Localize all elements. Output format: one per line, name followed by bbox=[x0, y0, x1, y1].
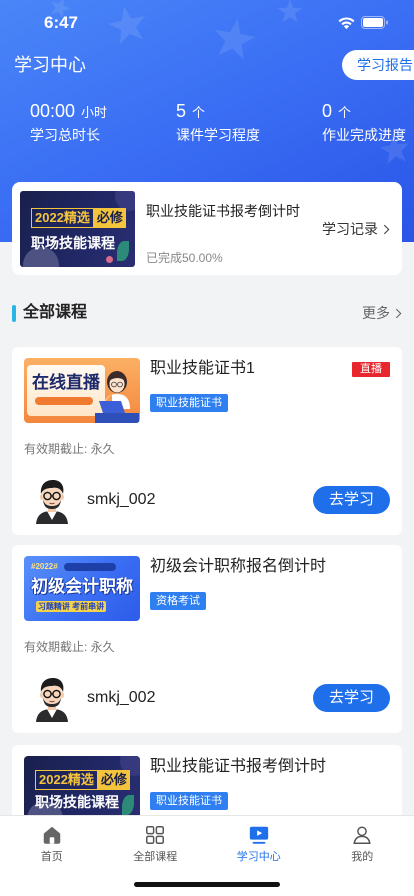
thumbnail-headline: 初级会计职称 bbox=[31, 577, 133, 596]
teacher-illustration bbox=[95, 371, 139, 423]
stat-label: 学习总时长 bbox=[30, 127, 100, 143]
page-title: 学习中心 bbox=[14, 55, 86, 75]
thumbnail-subtitle: 职场技能课程 bbox=[31, 235, 115, 252]
tab-label: 学习中心 bbox=[236, 851, 281, 863]
course-thumbnail[interactable]: 2022精选 必修 职场技能课程 bbox=[20, 191, 135, 267]
thumbnail-title-box: 2022精选 必修 bbox=[35, 770, 130, 791]
start-study-button[interactable]: 去学习 bbox=[313, 684, 390, 712]
status-time: 6:47 bbox=[43, 13, 79, 32]
home-indicator[interactable] bbox=[134, 882, 280, 887]
stat-label: 课件学习程度 bbox=[176, 127, 260, 143]
thumbnail-required-badge: 必修 bbox=[93, 207, 126, 228]
course-category-tag: 资格考试 bbox=[150, 592, 206, 610]
thumbnail-required-badge: 必修 bbox=[97, 770, 130, 791]
study-report-button[interactable]: 学习报告 bbox=[342, 50, 414, 80]
study-center-screen: 6:47 学习中心 学习报告 00:00 小时 学习总时长 5个 课件学习程度 0… bbox=[0, 0, 414, 896]
course-card[interactable]: 在线直播 职业技能证书1 直播 职业技能证书 有效期截止: 永久 smkj_00… bbox=[12, 347, 402, 535]
thumbnail-year-label: 2022精选 bbox=[35, 770, 98, 791]
stat-homework-progress: 0个 作业完成进度 bbox=[322, 100, 414, 145]
completion-text: 已完成50.00% bbox=[146, 251, 223, 265]
stat-value: 00:00 bbox=[30, 101, 76, 121]
course-card[interactable]: #2022# 初级会计职称 习题精讲 考前串讲 初级会计职称报名倒计时 资格考试… bbox=[12, 545, 402, 733]
teacher-name: smkj_002 bbox=[87, 491, 156, 508]
wifi-icon bbox=[338, 17, 355, 30]
teacher-avatar bbox=[36, 678, 68, 722]
course-thumbnail[interactable]: #2022# 初级会计职称 习题精讲 考前串讲 bbox=[24, 556, 140, 621]
thumbnail-subtitle: 职场技能课程 bbox=[35, 794, 119, 811]
validity-text: 有效期截止: 永久 bbox=[24, 442, 115, 456]
section-accent-bar bbox=[12, 305, 16, 322]
course-thumbnail[interactable]: 在线直播 bbox=[24, 358, 140, 423]
course-title: 职业技能证书1 bbox=[150, 360, 255, 377]
leaf-decoration bbox=[117, 241, 129, 261]
chevron-right-icon bbox=[383, 224, 390, 234]
thumbnail-year-label: 2022精选 bbox=[31, 207, 94, 228]
stat-total-time: 00:00 小时 学习总时长 bbox=[30, 100, 160, 145]
thumbnail-decoration bbox=[106, 256, 113, 263]
more-link[interactable]: 更多 bbox=[362, 303, 402, 323]
recent-course-title: 职业技能证书报考倒计时 bbox=[146, 203, 300, 219]
thumbnail-headline: 在线直播 bbox=[32, 373, 100, 392]
user-icon bbox=[353, 826, 371, 844]
thumbnail-hashtag: #2022# bbox=[31, 562, 58, 571]
course-title: 职业技能证书报考倒计时 bbox=[150, 758, 327, 775]
battery-icon bbox=[361, 16, 388, 29]
recent-course-card[interactable]: 2022精选 必修 职场技能课程 职业技能证书报考倒计时 学习记录 已完成50.0… bbox=[12, 182, 402, 275]
thumbnail-strip: 习题精讲 考前串讲 bbox=[36, 601, 106, 612]
section-title: 全部课程 bbox=[23, 304, 88, 321]
grid-icon bbox=[146, 826, 165, 844]
thumbnail-title-box: 2022精选 必修 bbox=[31, 207, 126, 228]
thumbnail-strip bbox=[35, 397, 93, 405]
more-label: 更多 bbox=[362, 305, 390, 321]
study-record-link[interactable]: 学习记录 bbox=[322, 220, 390, 238]
course-title: 初级会计职称报名倒计时 bbox=[150, 558, 327, 575]
tab-label: 全部课程 bbox=[133, 851, 178, 863]
course-category-tag: 职业技能证书 bbox=[150, 792, 228, 810]
validity-text: 有效期截止: 永久 bbox=[24, 640, 115, 654]
chevron-right-icon bbox=[395, 308, 402, 318]
tab-label: 首页 bbox=[40, 851, 63, 863]
stat-courseware-progress: 5个 课件学习程度 bbox=[176, 100, 306, 145]
stat-value: 0 bbox=[322, 101, 333, 121]
course-thumbnail[interactable]: 2022精选 必修 职场技能课程 bbox=[24, 756, 140, 821]
course-category-tag: 职业技能证书 bbox=[150, 394, 228, 412]
teacher-name: smkj_002 bbox=[87, 689, 156, 706]
tab-label: 我的 bbox=[351, 851, 374, 863]
study-record-label: 学习记录 bbox=[322, 221, 378, 237]
thumbnail-pill bbox=[64, 563, 116, 571]
tab-home[interactable]: 首页 bbox=[0, 816, 104, 896]
stat-value: 5 bbox=[176, 101, 187, 121]
home-icon bbox=[43, 826, 60, 844]
start-study-button[interactable]: 去学习 bbox=[313, 486, 390, 514]
live-badge: 直播 bbox=[352, 362, 390, 377]
leaf-decoration bbox=[122, 795, 134, 815]
stat-unit: 个 bbox=[338, 105, 352, 120]
stat-unit: 小时 bbox=[81, 105, 108, 120]
teacher-avatar bbox=[36, 480, 68, 524]
study-play-icon bbox=[249, 826, 268, 844]
stat-unit: 个 bbox=[192, 105, 206, 120]
tab-profile[interactable]: 我的 bbox=[311, 816, 414, 896]
stat-label: 作业完成进度 bbox=[322, 127, 406, 143]
